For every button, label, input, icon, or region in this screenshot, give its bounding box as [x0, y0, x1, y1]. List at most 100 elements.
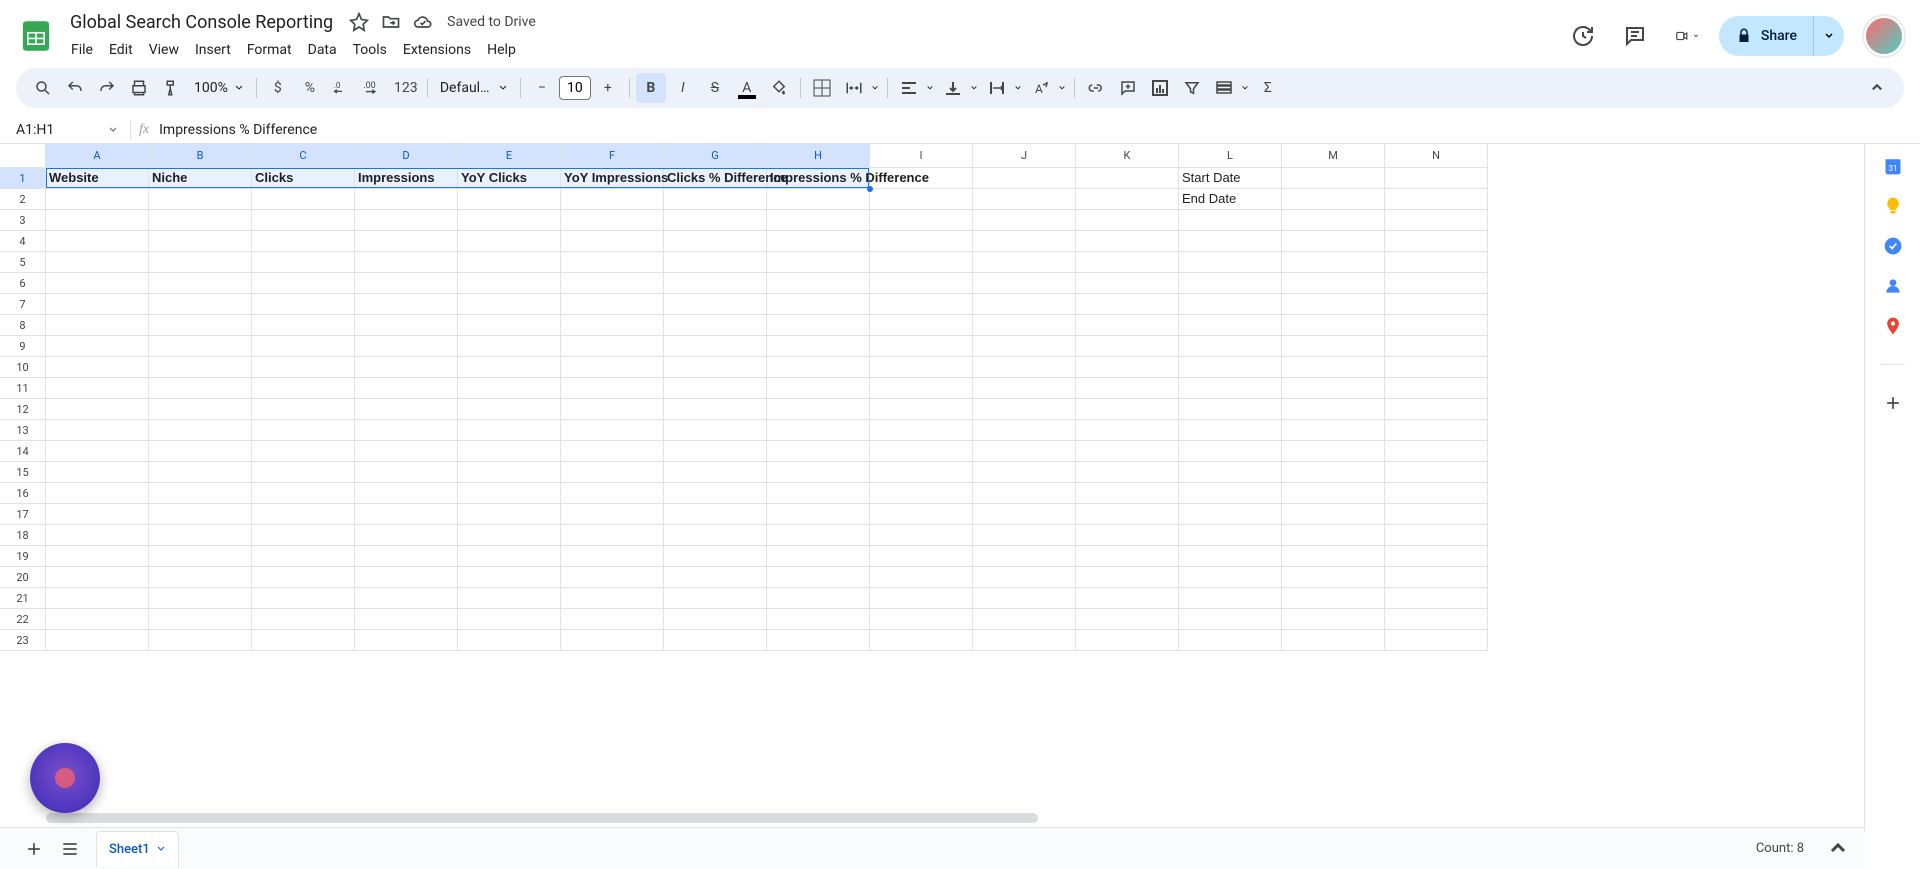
number-format-button[interactable]: 123 — [391, 73, 421, 103]
cell-C20[interactable] — [252, 567, 355, 588]
cell-B19[interactable] — [149, 546, 252, 567]
cell-J1[interactable] — [973, 168, 1076, 189]
cell-B3[interactable] — [149, 210, 252, 231]
cell-M5[interactable] — [1282, 252, 1385, 273]
cell-H4[interactable] — [767, 231, 870, 252]
cell-H2[interactable] — [767, 189, 870, 210]
cell-C3[interactable] — [252, 210, 355, 231]
cell-I17[interactable] — [870, 504, 973, 525]
cell-F22[interactable] — [561, 609, 664, 630]
cell-K4[interactable] — [1076, 231, 1179, 252]
cell-H6[interactable] — [767, 273, 870, 294]
cell-F9[interactable] — [561, 336, 664, 357]
sheet-tab-dropdown-icon[interactable] — [156, 844, 166, 854]
cell-H18[interactable] — [767, 525, 870, 546]
cell-H1[interactable]: Impressions % Difference — [767, 168, 870, 189]
cell-G16[interactable] — [664, 483, 767, 504]
cell-F20[interactable] — [561, 567, 664, 588]
calendar-icon[interactable]: 31 — [1883, 156, 1903, 176]
name-box-dropdown[interactable] — [104, 120, 122, 139]
cell-H19[interactable] — [767, 546, 870, 567]
cell-I23[interactable] — [870, 630, 973, 651]
cell-B20[interactable] — [149, 567, 252, 588]
cell-I10[interactable] — [870, 357, 973, 378]
row-header-16[interactable]: 16 — [0, 483, 46, 504]
cell-G12[interactable] — [664, 399, 767, 420]
cell-F23[interactable] — [561, 630, 664, 651]
wrap-dropdown[interactable] — [1012, 84, 1024, 92]
cell-B21[interactable] — [149, 588, 252, 609]
row-header-8[interactable]: 8 — [0, 315, 46, 336]
cell-C9[interactable] — [252, 336, 355, 357]
meet-button[interactable] — [1667, 16, 1707, 56]
cell-M20[interactable] — [1282, 567, 1385, 588]
cell-B5[interactable] — [149, 252, 252, 273]
cell-C15[interactable] — [252, 462, 355, 483]
menu-tools[interactable]: Tools — [346, 38, 394, 62]
explore-button[interactable] — [1820, 831, 1856, 867]
cell-K11[interactable] — [1076, 378, 1179, 399]
cell-G10[interactable] — [664, 357, 767, 378]
cell-F3[interactable] — [561, 210, 664, 231]
formula-input[interactable] — [159, 122, 1920, 138]
cell-L1[interactable]: Start Date — [1179, 168, 1282, 189]
cell-E21[interactable] — [458, 588, 561, 609]
cell-G15[interactable] — [664, 462, 767, 483]
keep-icon[interactable] — [1883, 196, 1903, 216]
col-header-C[interactable]: C — [252, 144, 355, 168]
cell-G13[interactable] — [664, 420, 767, 441]
undo-button[interactable] — [60, 73, 90, 103]
cell-E20[interactable] — [458, 567, 561, 588]
cell-C13[interactable] — [252, 420, 355, 441]
cell-B16[interactable] — [149, 483, 252, 504]
cell-E22[interactable] — [458, 609, 561, 630]
cell-D11[interactable] — [355, 378, 458, 399]
collapse-toolbar-button[interactable] — [1862, 73, 1892, 103]
row-header-2[interactable]: 2 — [0, 189, 46, 210]
cell-D4[interactable] — [355, 231, 458, 252]
cell-J4[interactable] — [973, 231, 1076, 252]
cell-D17[interactable] — [355, 504, 458, 525]
row-header-21[interactable]: 21 — [0, 588, 46, 609]
cell-M6[interactable] — [1282, 273, 1385, 294]
cell-L23[interactable] — [1179, 630, 1282, 651]
cell-F7[interactable] — [561, 294, 664, 315]
cell-N20[interactable] — [1385, 567, 1488, 588]
cell-M10[interactable] — [1282, 357, 1385, 378]
merge-dropdown[interactable] — [869, 84, 881, 92]
cell-J21[interactable] — [973, 588, 1076, 609]
cell-A4[interactable] — [46, 231, 149, 252]
print-button[interactable] — [124, 73, 154, 103]
cell-F17[interactable] — [561, 504, 664, 525]
cell-K1[interactable] — [1076, 168, 1179, 189]
cell-A14[interactable] — [46, 441, 149, 462]
cell-B11[interactable] — [149, 378, 252, 399]
row-header-15[interactable]: 15 — [0, 462, 46, 483]
row-header-5[interactable]: 5 — [0, 252, 46, 273]
cell-M4[interactable] — [1282, 231, 1385, 252]
cell-A22[interactable] — [46, 609, 149, 630]
cell-K8[interactable] — [1076, 315, 1179, 336]
cell-L22[interactable] — [1179, 609, 1282, 630]
cell-J16[interactable] — [973, 483, 1076, 504]
cell-G11[interactable] — [664, 378, 767, 399]
chart-button[interactable] — [1145, 73, 1175, 103]
col-header-I[interactable]: I — [870, 144, 973, 168]
cell-J3[interactable] — [973, 210, 1076, 231]
link-button[interactable] — [1081, 73, 1111, 103]
cell-D23[interactable] — [355, 630, 458, 651]
cell-B13[interactable] — [149, 420, 252, 441]
cell-A13[interactable] — [46, 420, 149, 441]
cloud-saved-icon[interactable] — [411, 10, 435, 34]
status-count[interactable]: Count: 8 — [1744, 837, 1816, 860]
cell-D20[interactable] — [355, 567, 458, 588]
cell-N14[interactable] — [1385, 441, 1488, 462]
cell-I15[interactable] — [870, 462, 973, 483]
cell-H11[interactable] — [767, 378, 870, 399]
cell-E3[interactable] — [458, 210, 561, 231]
cell-C4[interactable] — [252, 231, 355, 252]
cell-F5[interactable] — [561, 252, 664, 273]
cell-I20[interactable] — [870, 567, 973, 588]
cell-M8[interactable] — [1282, 315, 1385, 336]
cell-M12[interactable] — [1282, 399, 1385, 420]
